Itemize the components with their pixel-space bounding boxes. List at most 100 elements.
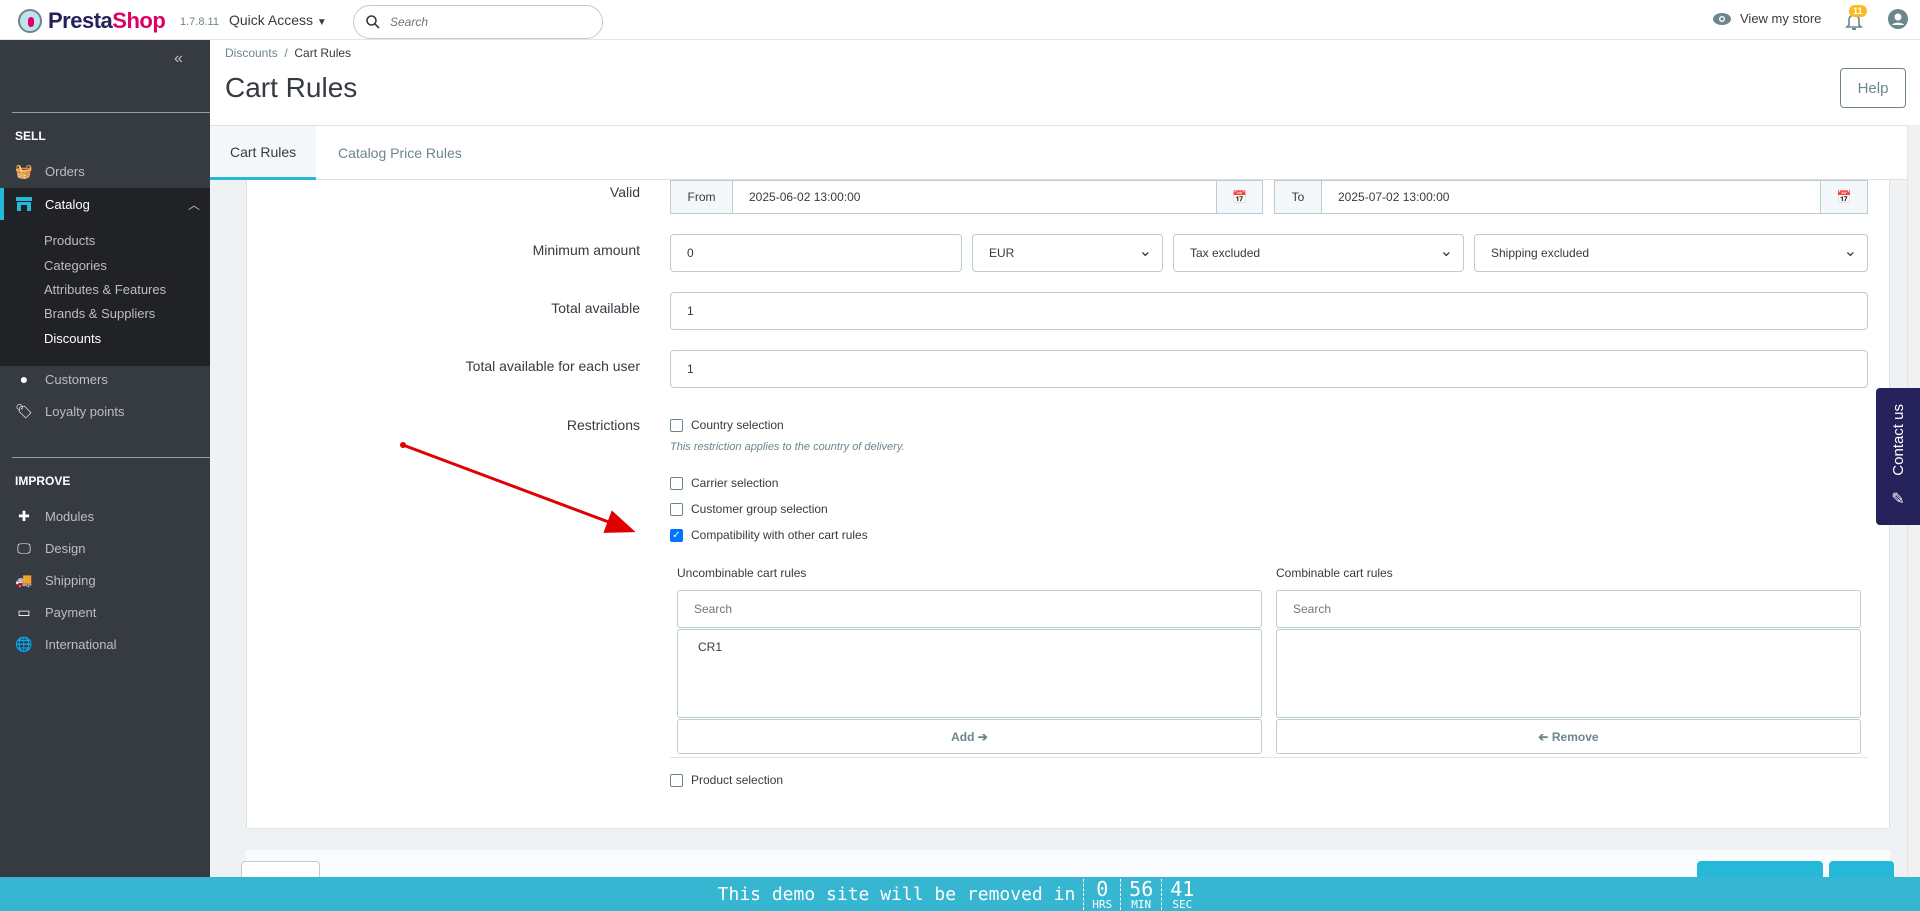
compatibility-checkbox[interactable]: ✓ Compatibility with other cart rules (670, 528, 868, 542)
minutes-value: 56 (1129, 876, 1154, 901)
version-label: 1.7.8.11 (180, 16, 219, 28)
valid-to-input[interactable]: 2025-07-02 13:00:00 (1321, 180, 1821, 214)
remove-label: Remove (1551, 729, 1599, 744)
add-button[interactable]: Add ➔ (677, 719, 1262, 754)
country-hint: This restriction applies to the country … (670, 441, 905, 453)
from-calendar-button[interactable]: 📅 (1216, 180, 1263, 214)
list-item[interactable]: CR1 (698, 640, 1241, 654)
sidebar-item-label: Payment (45, 604, 97, 620)
valid-from-input[interactable]: 2025-06-02 13:00:00 (732, 180, 1217, 214)
carrier-selection-checkbox[interactable]: Carrier selection (670, 476, 778, 490)
sidebar-item-international[interactable]: 🌐 International (0, 628, 210, 660)
truck-icon: 🚚 (15, 571, 33, 588)
total-per-user-label: Total available for each user (465, 358, 640, 374)
submenu-brands[interactable]: Brands & Suppliers (44, 306, 155, 321)
seconds-value: 41 (1170, 876, 1195, 901)
sidebar-item-label: Modules (45, 508, 95, 524)
submenu-products[interactable]: Products (44, 233, 95, 248)
sidebar-item-label: Customers (45, 371, 108, 387)
quick-access-dropdown[interactable]: Quick Access ▼ (229, 12, 327, 28)
quick-access-label: Quick Access (229, 12, 314, 28)
user-avatar-icon[interactable] (1888, 9, 1908, 29)
minimum-amount-label: Minimum amount (532, 242, 640, 258)
total-available-label: Total available (551, 300, 640, 316)
notification-badge: 11 (1849, 5, 1867, 17)
monitor-icon: 🖵 (17, 539, 31, 556)
uncombinable-list[interactable]: CR1 (677, 629, 1262, 718)
chevron-up-icon: ︿ (187, 197, 200, 212)
countdown-seconds: 41 SEC (1161, 876, 1202, 911)
checkbox[interactable] (670, 773, 683, 787)
tax-select[interactable]: Tax excluded (1173, 234, 1464, 272)
contact-us-tab[interactable]: Contact us ✎ (1876, 388, 1920, 525)
credit-card-icon: ▭ (17, 603, 31, 620)
checkbox-label: Country selection (691, 418, 784, 432)
sidebar-item-loyalty[interactable]: 🏷 Loyalty points (0, 395, 210, 427)
currency-select[interactable]: EUR (972, 234, 1163, 272)
globe-icon: 🌐 (15, 635, 33, 652)
brand-text-2: Shop (112, 8, 166, 33)
restrictions-label: Restrictions (566, 417, 640, 433)
checkbox-label: Customer group selection (691, 502, 828, 516)
puffin-logo-icon (18, 9, 42, 33)
checkbox-label: Carrier selection (691, 476, 779, 490)
view-my-store-link[interactable]: View my store (1712, 11, 1821, 26)
to-calendar-button[interactable]: 📅 (1820, 180, 1868, 214)
combinable-search-input[interactable] (1276, 590, 1861, 628)
uncombinable-search-input[interactable] (677, 590, 1262, 628)
sidebar-item-catalog[interactable]: Catalog ︿ (0, 188, 210, 220)
seconds-label: SEC (1172, 897, 1193, 911)
puzzle-icon: ✚ (18, 507, 30, 524)
page-header (210, 40, 1920, 125)
tab-cart-rules[interactable]: Cart Rules (210, 126, 317, 180)
sidebar-item-label: International (45, 636, 117, 652)
sidebar-item-modules[interactable]: ✚ Modules (0, 500, 210, 532)
prestashop-logo[interactable]: PrestaShop (18, 8, 166, 34)
total-available-input[interactable]: 1 (670, 292, 1868, 330)
sidebar-item-design[interactable]: 🖵 Design (0, 532, 210, 564)
caret-down-icon: ▼ (316, 17, 327, 28)
product-selection-checkbox[interactable]: Product selection (670, 773, 783, 787)
checkbox-checked[interactable]: ✓ (670, 528, 683, 542)
valid-label: Valid (609, 184, 640, 200)
uncombinable-label: Uncombinable cart rules (677, 566, 807, 580)
sidebar-item-orders[interactable]: 🧺 Orders (0, 155, 210, 187)
sidebar-item-shipping[interactable]: 🚚 Shipping (0, 564, 210, 596)
submenu-categories[interactable]: Categories (44, 258, 107, 273)
hours-label: HRS (1092, 897, 1113, 911)
checkbox[interactable] (670, 418, 683, 432)
checkbox-label: Compatibility with other cart rules (691, 528, 868, 542)
pencil-icon: ✎ (1891, 491, 1905, 509)
combinable-list[interactable] (1276, 629, 1861, 718)
contact-us-label: Contact us (1889, 403, 1907, 476)
country-selection-checkbox[interactable]: Country selection (670, 418, 784, 432)
demo-countdown-banner: This demo site will be removed in 0 HRS 5… (0, 877, 1920, 911)
checkbox[interactable] (670, 502, 683, 516)
checkbox[interactable] (670, 476, 683, 490)
shipping-select[interactable]: Shipping excluded (1474, 234, 1868, 272)
minimum-amount-input[interactable]: 0 (670, 234, 962, 272)
submenu-discounts[interactable]: Discounts (44, 331, 101, 346)
total-per-user-input[interactable]: 1 (670, 350, 1868, 388)
minutes-label: MIN (1131, 897, 1152, 911)
customer-group-checkbox[interactable]: Customer group selection (670, 502, 828, 516)
breadcrumb-parent[interactable]: Discounts (225, 46, 278, 60)
annotation-arrow (400, 442, 636, 533)
hours-value: 0 (1096, 876, 1109, 901)
submenu-attributes[interactable]: Attributes & Features (44, 282, 166, 297)
notifications-button[interactable]: 11 (1845, 5, 1867, 31)
collapse-sidebar-icon[interactable]: « (174, 50, 183, 68)
arrow-left-icon: ➔ (1538, 729, 1549, 744)
search-input[interactable] (390, 15, 570, 29)
sidebar-item-payment[interactable]: ▭ Payment (0, 596, 210, 628)
remove-button[interactable]: ➔ Remove (1276, 719, 1861, 754)
sidebar-divider (12, 457, 210, 458)
help-button[interactable]: Help (1840, 68, 1906, 108)
header-search[interactable] (353, 5, 603, 39)
tag-icon: 🏷 (15, 402, 33, 419)
sidebar-item-customers[interactable]: ● Customers (0, 363, 210, 395)
checkbox-label: Product selection (691, 773, 784, 787)
top-header: PrestaShop 1.7.8.11 Quick Access ▼ View … (0, 0, 1920, 40)
sidebar-item-label: Design (45, 540, 86, 556)
tab-catalog-price-rules[interactable]: Catalog Price Rules (318, 126, 482, 180)
